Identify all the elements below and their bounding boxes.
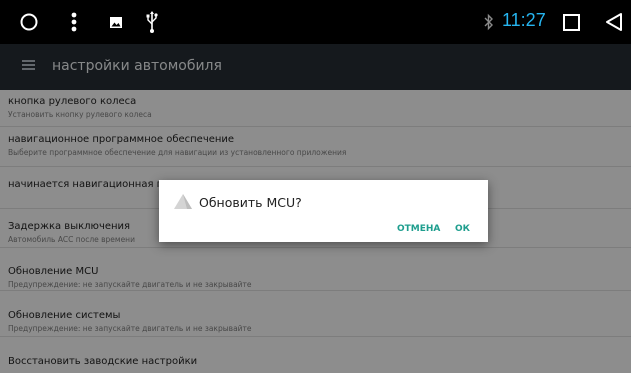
image-icon (110, 17, 122, 28)
warning-icon (174, 194, 192, 209)
bluetooth-icon (484, 13, 493, 31)
cancel-button[interactable]: ОТМЕНА (397, 224, 440, 234)
status-bar: 11:27 (0, 0, 631, 44)
more-vert-icon[interactable] (71, 12, 77, 32)
back-triangle-icon[interactable] (605, 12, 623, 32)
status-time: 11:27 (502, 10, 546, 30)
square-recent-icon[interactable] (563, 14, 580, 31)
circle-icon[interactable] (20, 13, 38, 31)
usb-icon (146, 11, 158, 33)
dialog-title: Обновить MCU? (199, 195, 302, 210)
ok-button[interactable]: ОК (455, 224, 470, 234)
update-mcu-dialog: Обновить MCU? ОТМЕНА ОК (159, 180, 488, 242)
